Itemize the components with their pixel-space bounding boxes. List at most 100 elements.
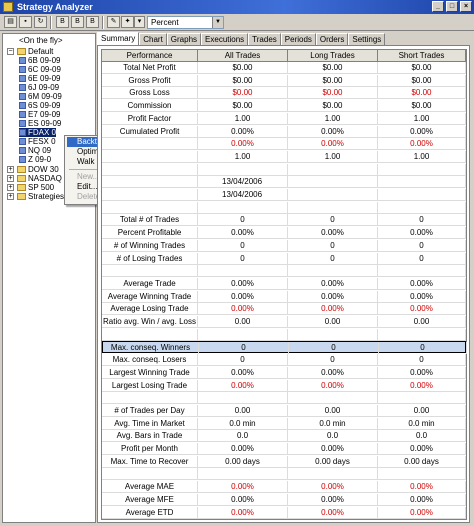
- pen-icon[interactable]: ✎: [107, 16, 120, 28]
- tab-periods[interactable]: Periods: [280, 33, 316, 45]
- expand-icon[interactable]: +: [7, 166, 14, 173]
- save-icon[interactable]: ▪: [19, 16, 32, 28]
- tree-item-label: 6M 09-09: [28, 92, 62, 101]
- tree-item[interactable]: Z 09-0: [19, 155, 51, 164]
- tab-executions[interactable]: Executions: [201, 33, 249, 45]
- table-row: Profit per Month 0.00% 0.00% 0.00%: [102, 443, 466, 455]
- tree-item[interactable]: E7 09-09: [19, 110, 60, 119]
- app-icon: [3, 2, 13, 12]
- metric-value-all: [198, 265, 288, 278]
- tree-item[interactable]: <On the fly>: [19, 36, 63, 45]
- tree-item[interactable]: 6S 09-09: [19, 101, 60, 110]
- metric-value-long: 0.00%: [288, 443, 378, 455]
- instrument-tree[interactable]: <On the fly> − Default 6B 09-09 6C 09-09 6E 0…: [2, 33, 96, 523]
- metric-label: Max. conseq. Losers: [102, 354, 198, 367]
- minimize-icon[interactable]: _: [432, 1, 444, 12]
- tree-item[interactable]: 6B 09-09: [19, 56, 60, 65]
- metric-value-long: 0.00%: [288, 379, 378, 392]
- metric-label: Ratio avg. Win / avg. Loss: [102, 316, 198, 328]
- metric-label: Total Net Profit: [102, 62, 198, 74]
- view-mode-combo[interactable]: Percent ▼: [147, 16, 224, 29]
- wand-icon[interactable]: ✦: [121, 16, 134, 28]
- b-icon[interactable]: B: [56, 16, 69, 28]
- filter-icon[interactable]: ▾: [134, 16, 145, 28]
- metric-value-all: 0: [198, 252, 288, 265]
- column-header[interactable]: Long Trades: [288, 50, 378, 62]
- table-row: # of Winning Trades 0 0 0: [102, 239, 466, 252]
- combo-value: Percent: [151, 18, 179, 27]
- table-row: Average Winning Trade 0.00% 0.00% 0.00%: [102, 290, 466, 303]
- metric-value-long: 0.00: [288, 316, 378, 328]
- table-row: Total Net Profit $0.00 $0.00 $0.00: [102, 62, 466, 74]
- tree-item[interactable]: 6J 09-09: [19, 83, 59, 92]
- metric-value-all: 0.00: [198, 404, 288, 417]
- metric-value-all: 13/04/2006: [198, 176, 288, 189]
- tab-orders[interactable]: Orders: [315, 33, 349, 45]
- metric-value-all: [198, 201, 288, 214]
- metric-value-short: 0.00: [378, 316, 466, 328]
- metric-value-long: 0: [289, 342, 379, 355]
- expand-icon[interactable]: +: [7, 184, 14, 191]
- metric-label: [102, 138, 198, 151]
- metric-label: Average MFE: [102, 493, 198, 506]
- maximize-icon[interactable]: □: [446, 1, 458, 12]
- tab-trades[interactable]: Trades: [248, 33, 281, 45]
- table-row: Max. Time to Recover 0.00 days 0.00 days 0.…: [102, 455, 466, 468]
- tree-item[interactable]: ES 09-09: [19, 119, 61, 128]
- metric-label: [102, 265, 198, 278]
- metric-value-long: $0.00: [288, 62, 378, 74]
- tab-chart[interactable]: Chart: [139, 33, 167, 45]
- folder-icon: [17, 166, 26, 173]
- refresh-icon[interactable]: ↻: [34, 16, 47, 28]
- metric-value-short: 0.00%: [378, 506, 466, 519]
- tree-item[interactable]: 6C 09-09: [19, 65, 61, 74]
- metric-value-long: 0.00%: [288, 303, 378, 316]
- metric-label: Percent Profitable: [102, 227, 198, 240]
- metric-label: Profit per Month: [102, 443, 198, 455]
- table-row: Average Losing Trade 0.00% 0.00% 0.00%: [102, 303, 466, 316]
- expand-icon[interactable]: +: [7, 175, 14, 182]
- metric-value-short: 0.00%: [378, 366, 466, 379]
- column-header[interactable]: Performance: [102, 50, 198, 62]
- tree-item[interactable]: SP 500: [17, 183, 54, 192]
- metric-value-all: 0.00%: [198, 125, 288, 138]
- collapse-icon[interactable]: −: [7, 48, 14, 55]
- tree-item[interactable]: Strategies: [17, 192, 64, 201]
- tab-graphs[interactable]: Graphs: [166, 33, 202, 45]
- metric-value-all: 0.0: [198, 430, 288, 443]
- tree-item[interactable]: 6M 09-09: [19, 92, 62, 101]
- tree-item[interactable]: Default: [17, 47, 53, 56]
- metric-value-all: [198, 163, 288, 176]
- metric-value-short: [378, 265, 466, 278]
- chevron-down-icon[interactable]: ▼: [212, 17, 223, 28]
- tab-summary[interactable]: Summary: [97, 32, 140, 45]
- tree-item-label: Default: [28, 47, 54, 56]
- tree-item[interactable]: FESX 0: [19, 137, 56, 146]
- metric-value-short: 0.00%: [378, 379, 466, 392]
- metric-value-all: 1.00: [198, 112, 288, 125]
- close-icon[interactable]: ×: [460, 1, 472, 12]
- instrument-icon: [19, 66, 26, 73]
- metric-value-all: [198, 392, 288, 405]
- b3-icon[interactable]: B: [86, 16, 99, 28]
- column-header[interactable]: All Trades: [198, 50, 288, 62]
- metric-label: [102, 468, 198, 481]
- expand-icon[interactable]: +: [7, 193, 14, 200]
- metric-value-all: 0.00: [198, 316, 288, 328]
- tab-settings[interactable]: Settings: [348, 33, 386, 45]
- metric-value-long: $0.00: [288, 100, 378, 113]
- tree-item[interactable]: 6E 09-09: [19, 74, 60, 83]
- instrument-icon: [19, 120, 26, 127]
- tree-item[interactable]: NQ 09: [19, 146, 51, 155]
- b2-icon[interactable]: B: [71, 16, 84, 28]
- tree-item[interactable]: DOW 30: [17, 165, 59, 174]
- tree-item[interactable]: FDAX 0: [19, 128, 57, 137]
- table-row: [102, 392, 466, 405]
- open-icon[interactable]: ▤: [4, 16, 17, 28]
- metric-value-short: 0: [378, 239, 466, 252]
- metric-value-all: [198, 328, 288, 341]
- metric-value-all: 0.00%: [198, 290, 288, 303]
- column-header[interactable]: Short Trades: [378, 50, 466, 62]
- table-row: Average ETD 0.00% 0.00% 0.00%: [102, 506, 466, 519]
- table-row: Gross Loss $0.00 $0.00 $0.00: [102, 87, 466, 100]
